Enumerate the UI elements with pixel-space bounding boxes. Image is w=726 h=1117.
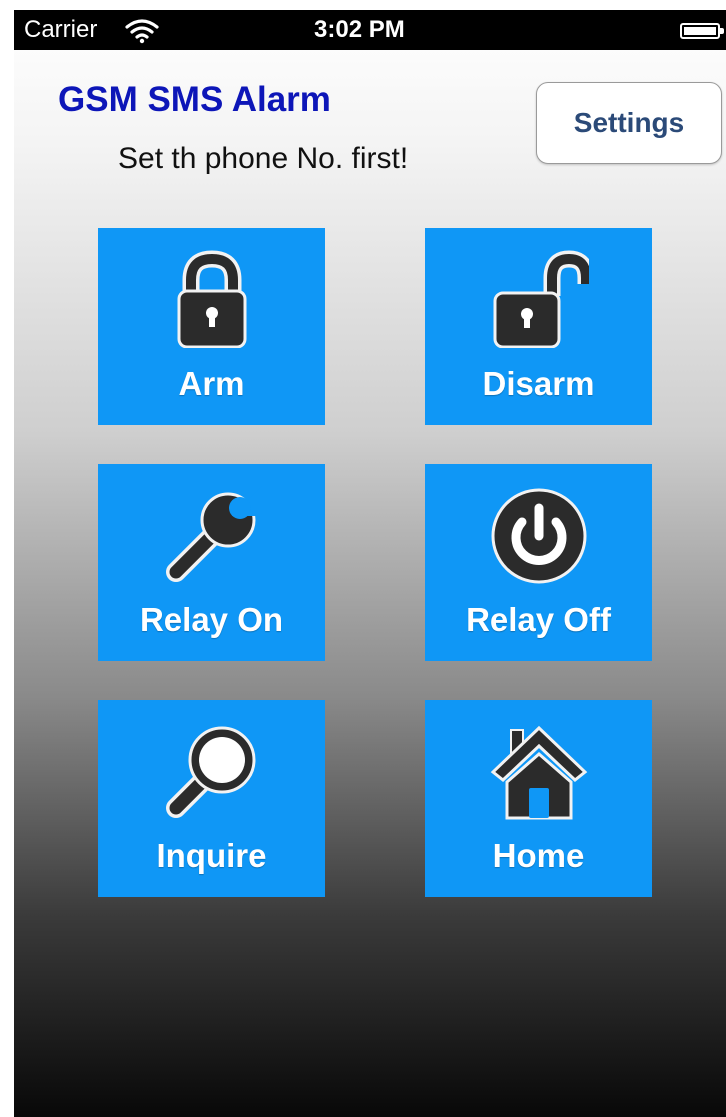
disarm-label: Disarm (482, 365, 595, 402)
carrier-label: Carrier (24, 16, 98, 43)
settings-button[interactable]: Settings (536, 82, 722, 164)
status-time: 3:02 PM (314, 16, 405, 43)
relay-on-button[interactable]: Relay On (98, 464, 325, 661)
app-title: GSM SMS Alarm (58, 80, 331, 119)
instruction-text: Set th phone No. first! (118, 142, 409, 175)
wrench-icon (166, 486, 262, 582)
disarm-button[interactable]: Disarm (425, 228, 652, 425)
power-icon (491, 488, 587, 584)
relay-off-label: Relay Off (466, 601, 611, 638)
wifi-icon (125, 19, 159, 44)
inquire-label: Inquire (156, 837, 267, 874)
relay-off-button[interactable]: Relay Off (425, 464, 652, 661)
home-label: Home (492, 837, 585, 874)
status-bar: Carrier 3:02 PM (14, 10, 726, 50)
relay-on-label: Relay On (139, 601, 284, 638)
inquire-button[interactable]: Inquire (98, 700, 325, 897)
house-icon (490, 725, 588, 820)
arm-button[interactable]: Arm (98, 228, 325, 425)
phone-screen: Carrier 3:02 PM GSM SMS Alarm Set th pho… (14, 10, 726, 1117)
arm-label: Arm (178, 365, 245, 402)
lock-closed-icon (177, 250, 247, 348)
magnifier-icon (166, 726, 256, 818)
home-button[interactable]: Home (425, 700, 652, 897)
lock-open-icon (493, 250, 589, 348)
battery-icon (680, 23, 724, 39)
